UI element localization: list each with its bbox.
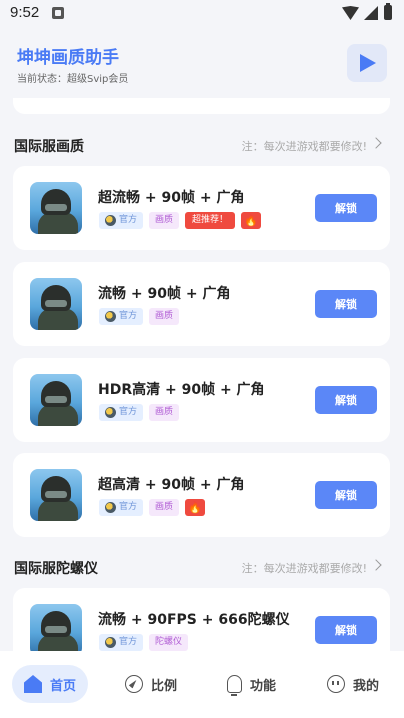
- section-note[interactable]: 注：每次进游戏都要修改!: [242, 138, 367, 154]
- tag-quality: 画质: [149, 212, 180, 229]
- face-icon: [327, 675, 345, 693]
- tag-official: 官方: [99, 404, 144, 421]
- game-thumbnail: [30, 604, 82, 651]
- app-title: 坤坤画质助手: [17, 48, 119, 68]
- nav-profile[interactable]: 我的: [327, 665, 379, 703]
- unlock-button[interactable]: 解锁: [315, 386, 377, 414]
- tag-official: 官方: [99, 308, 144, 325]
- section-header-gyroscope: 国际服陀螺仪 注：每次进游戏都要修改!: [0, 552, 404, 582]
- wifi-icon: [342, 6, 359, 20]
- nav-label: 比例: [151, 678, 178, 694]
- tag-list: 官方 画质: [99, 404, 180, 421]
- nav-label: 功能: [250, 678, 277, 694]
- tag-list: 官方 画质 🔥: [99, 499, 206, 516]
- previous-card-partial: [13, 98, 390, 114]
- nav-label: 我的: [353, 678, 380, 694]
- tag-list: 官方 陀螺仪: [99, 634, 189, 651]
- signal-icon: [364, 6, 378, 20]
- status-bar: 9:52: [0, 0, 404, 28]
- tag-official: 官方: [99, 499, 144, 516]
- nav-label: 首页: [50, 678, 77, 694]
- preset-card[interactable]: 流畅 + 90FPS + 666陀螺仪 官方 陀螺仪 解锁: [13, 588, 390, 651]
- preset-title: HDR高清 + 90帧 + 广角: [98, 382, 265, 398]
- compass-icon: [125, 675, 143, 693]
- preset-card[interactable]: 流畅 + 90帧 + 广角 官方 画质 解锁: [13, 262, 390, 346]
- section-header-graphics: 国际服画质 注：每次进游戏都要修改!: [0, 130, 404, 160]
- bottom-nav: 首页 比例 功能 我的: [0, 651, 404, 718]
- game-thumbnail: [30, 182, 82, 234]
- section-note[interactable]: 注：每次进游戏都要修改!: [242, 560, 367, 576]
- unlock-button[interactable]: 解锁: [315, 290, 377, 318]
- membership-status: 当前状态：超级Svip会员: [17, 74, 129, 85]
- section-title: 国际服陀螺仪: [14, 561, 98, 577]
- nav-home[interactable]: 首页: [12, 665, 89, 703]
- bulb-icon: [227, 675, 242, 696]
- app-header: 坤坤画质助手 当前状态：超级Svip会员: [0, 28, 404, 98]
- tag-quality: 画质: [149, 308, 180, 325]
- preset-title: 超流畅 + 90帧 + 广角: [98, 190, 245, 206]
- fire-icon: 🔥: [185, 499, 206, 516]
- game-thumbnail: [30, 278, 82, 330]
- section-title: 国际服画质: [14, 139, 84, 155]
- notification-icon: [52, 7, 64, 19]
- status-time: 9:52: [10, 4, 40, 21]
- tag-list: 官方 画质 超推荐！ 🔥: [99, 212, 262, 229]
- chevron-right-icon[interactable]: [370, 559, 382, 571]
- preset-card[interactable]: 超流畅 + 90帧 + 广角 官方 画质 超推荐！ 🔥 解锁: [13, 166, 390, 250]
- unlock-button[interactable]: 解锁: [315, 616, 377, 644]
- tag-recommended: 超推荐！: [185, 212, 236, 229]
- fire-icon: 🔥: [241, 212, 262, 229]
- tag-list: 官方 画质: [99, 308, 180, 325]
- tag-quality: 画质: [149, 499, 180, 516]
- nav-ratio[interactable]: 比例: [125, 665, 177, 703]
- preset-title: 超高清 + 90帧 + 广角: [98, 477, 245, 493]
- preset-title: 流畅 + 90帧 + 广角: [98, 286, 231, 302]
- chevron-right-icon[interactable]: [370, 137, 382, 149]
- nav-features[interactable]: 功能: [227, 665, 276, 703]
- unlock-button[interactable]: 解锁: [315, 481, 377, 509]
- tag-quality: 画质: [149, 404, 180, 421]
- game-thumbnail: [30, 374, 82, 426]
- battery-icon: [384, 3, 392, 20]
- game-thumbnail: [30, 469, 82, 521]
- preset-card[interactable]: HDR高清 + 90帧 + 广角 官方 画质 解锁: [13, 358, 390, 442]
- preset-title: 流畅 + 90FPS + 666陀螺仪: [98, 612, 290, 628]
- home-icon: [24, 675, 42, 693]
- unlock-button[interactable]: 解锁: [315, 194, 377, 222]
- tag-official: 官方: [99, 634, 144, 651]
- tag-official: 官方: [99, 212, 144, 229]
- content-scroll-area[interactable]: 国际服画质 注：每次进游戏都要修改! 超流畅 + 90帧 + 广角 官方 画质 …: [0, 98, 404, 651]
- play-button[interactable]: [347, 44, 387, 82]
- tag-gyroscope: 陀螺仪: [149, 634, 189, 651]
- preset-card[interactable]: 超高清 + 90帧 + 广角 官方 画质 🔥 解锁: [13, 453, 390, 537]
